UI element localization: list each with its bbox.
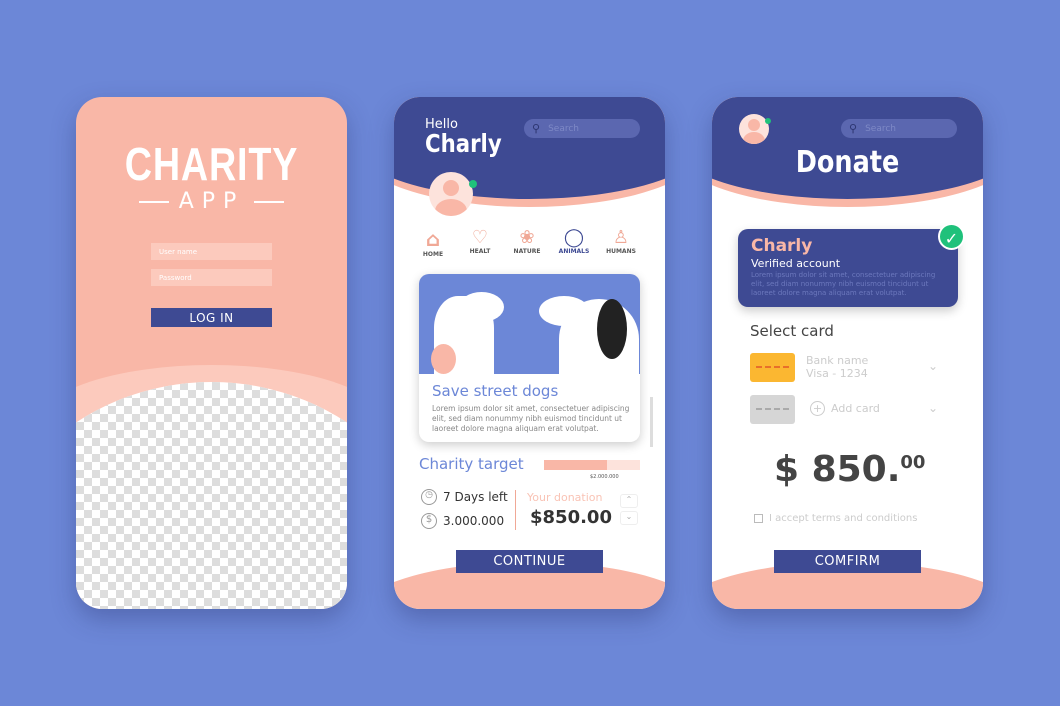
visa-card-icon xyxy=(750,353,795,382)
category-bar: ⌂ HOME ♡ HEALT ❀ NATURE ◯ ANIMALS ♙ HUMANS xyxy=(413,227,641,258)
category-health[interactable]: ♡ HEALT xyxy=(460,227,500,258)
user-name: Charly xyxy=(425,129,502,158)
campaign-title: Save street dogs xyxy=(432,382,559,400)
select-card-label: Select card xyxy=(750,322,834,340)
category-nature[interactable]: ❀ NATURE xyxy=(507,227,547,258)
donation-value: $850.00 xyxy=(530,507,612,528)
sprout-icon: ❀ xyxy=(519,227,535,248)
password-input[interactable]: Password xyxy=(151,269,272,286)
scrollbar[interactable] xyxy=(650,397,653,447)
clock-icon: ◷ xyxy=(421,489,437,505)
account-description: Lorem ipsum dolor sit amet, consectetuer… xyxy=(751,271,936,297)
search-input[interactable]: ⚲ Search xyxy=(841,119,957,138)
category-humans[interactable]: ♙ HUMANS xyxy=(601,227,641,258)
dollar-icon: $ xyxy=(421,513,437,529)
online-indicator xyxy=(765,118,771,124)
image-placeholder xyxy=(76,382,347,609)
dog-icon: ◯ xyxy=(563,227,585,248)
donation-amount: $ 850.00 xyxy=(774,449,926,490)
chevron-down-icon[interactable]: ⌄ xyxy=(928,401,938,415)
avatar[interactable] xyxy=(429,172,473,216)
decrease-button[interactable]: ⌄ xyxy=(620,511,638,525)
home-screen: Hello Charly ⚲ Search ⌂ HOME ♡ HEALT ❀ NATUR… xyxy=(394,97,665,609)
app-subtitle: APP xyxy=(178,189,245,214)
chevron-down-icon[interactable]: ⌄ xyxy=(928,359,938,373)
person-icon: ♙ xyxy=(612,227,630,248)
dogs-illustration xyxy=(419,274,640,379)
target-progress-bar xyxy=(544,460,640,470)
days-left: 7 Days left xyxy=(443,490,508,504)
search-icon: ⚲ xyxy=(532,122,541,135)
account-card: Charly Verified account Lorem ipsum dolo… xyxy=(738,229,958,307)
campaign-card[interactable]: Save street dogs Lorem ipsum dolor sit a… xyxy=(419,274,640,442)
heart-icon: ♡ xyxy=(471,227,489,248)
donation-label: Your donation xyxy=(527,491,603,504)
verified-check-icon: ✓ xyxy=(938,223,965,250)
category-home[interactable]: ⌂ HOME xyxy=(413,227,453,258)
search-icon: ⚲ xyxy=(849,122,858,135)
add-card-button[interactable]: + Add card xyxy=(810,401,880,416)
account-name: Charly xyxy=(751,236,813,256)
online-indicator xyxy=(469,180,477,188)
app-title: CHARITY xyxy=(124,138,299,190)
campaign-description: Lorem ipsum dolor sit amet, consectetuer… xyxy=(432,404,630,433)
confirm-button[interactable]: COMFIRM xyxy=(774,550,921,573)
raised-amount: 3.000.000 xyxy=(443,514,505,528)
charity-target-label: Charity target xyxy=(419,455,524,473)
search-input[interactable]: ⚲ Search xyxy=(524,119,640,138)
username-input[interactable]: User name xyxy=(151,243,272,260)
terms-checkbox[interactable]: I accept terms and conditions xyxy=(754,513,917,524)
target-goal: $2.000.000 xyxy=(590,474,619,480)
plus-circle-icon: + xyxy=(810,401,825,416)
login-screen: CHARITY APP User name Password LOG IN xyxy=(76,97,347,609)
card-option-visa[interactable]: Bank name Visa - 1234 xyxy=(806,354,868,380)
blank-card-icon xyxy=(750,395,795,424)
category-animals[interactable]: ◯ ANIMALS xyxy=(554,227,594,258)
donate-screen: ⚲ Search Donate Charly Verified account L… xyxy=(712,97,983,609)
account-status: Verified account xyxy=(751,257,841,270)
page-title: Donate xyxy=(795,145,900,180)
increase-button[interactable]: ⌃ xyxy=(620,494,638,508)
continue-button[interactable]: CONTINUE xyxy=(456,550,603,573)
login-button[interactable]: LOG IN xyxy=(151,308,272,327)
house-icon: ⌂ xyxy=(425,227,441,251)
